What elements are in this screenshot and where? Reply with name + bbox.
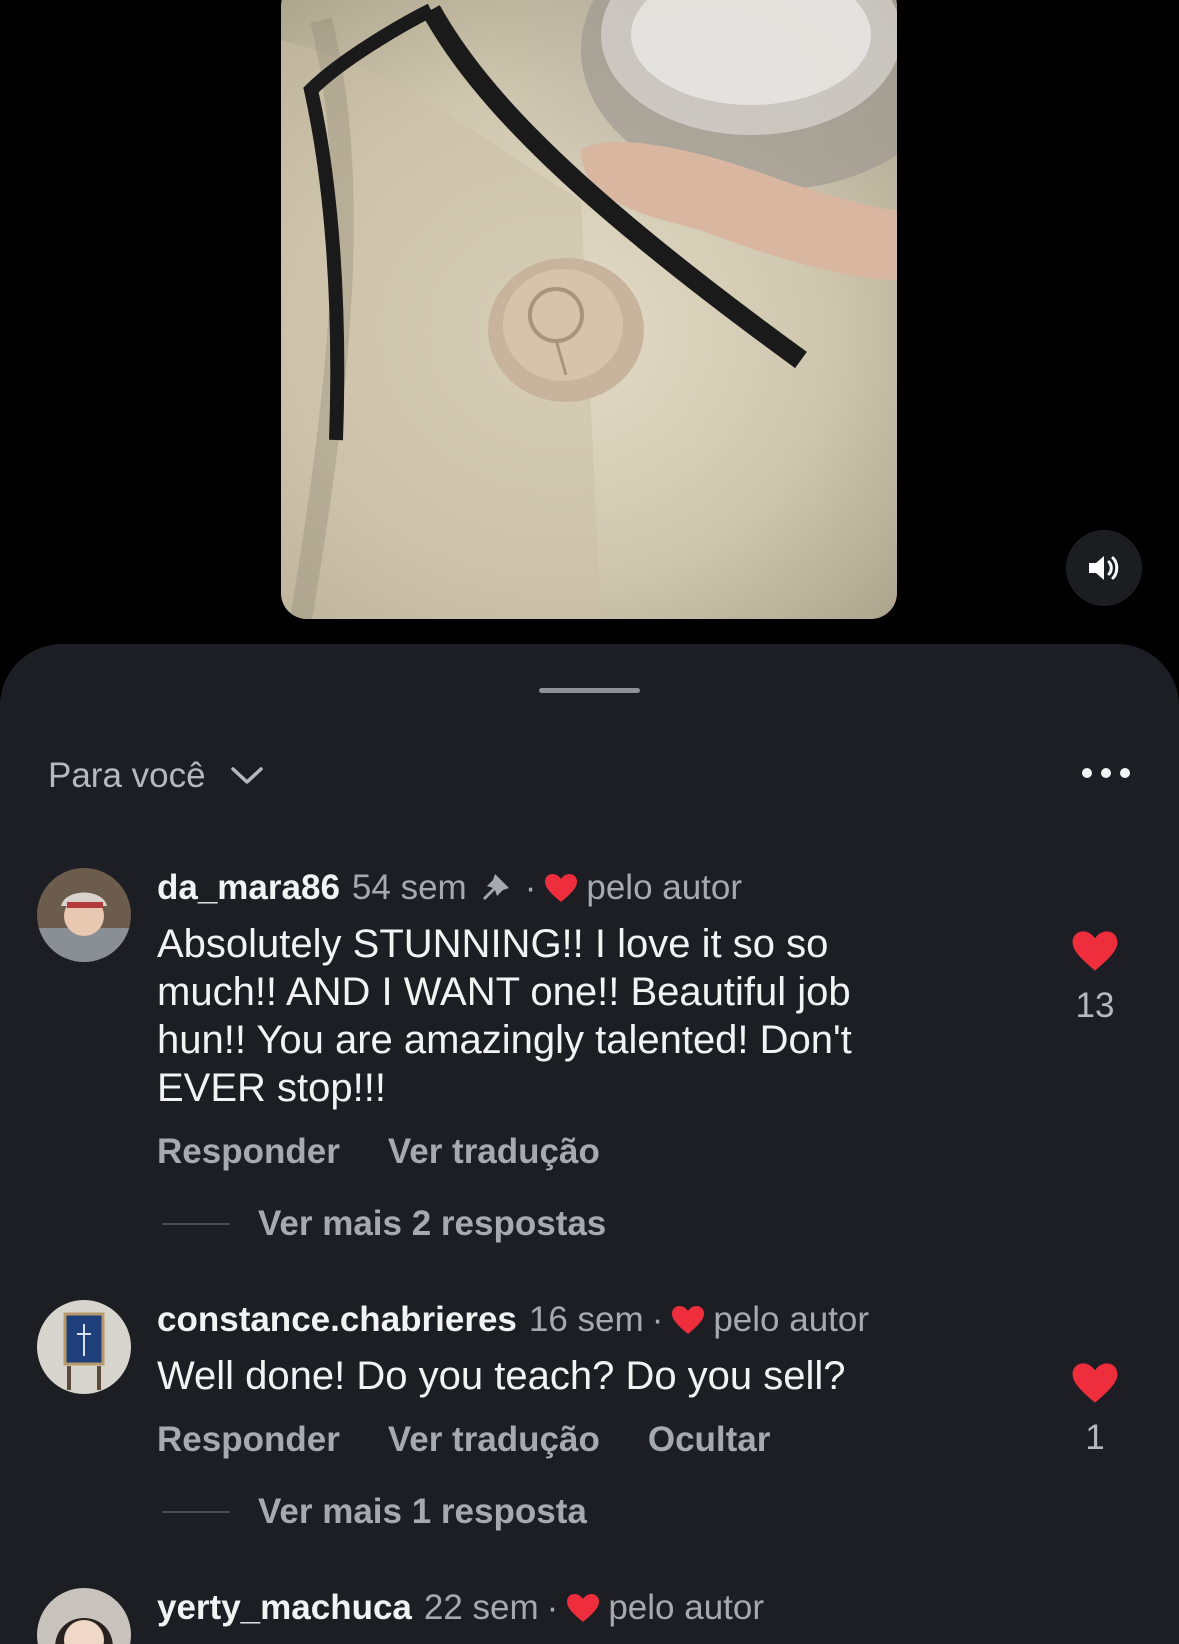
heart-icon [1072, 931, 1118, 971]
translate-button[interactable]: Ver tradução [388, 1132, 600, 1172]
comments-sheet: Para você da_mara86 54 sem · pelo autor … [0, 644, 1179, 1644]
view-more-replies-label: Ver mais 1 resposta [258, 1492, 587, 1531]
translate-button[interactable]: Ver tradução [388, 1420, 600, 1460]
view-more-replies-label: Ver mais 2 respostas [258, 1204, 607, 1243]
comment-time: 22 sem [423, 1588, 539, 1627]
heart-icon [1072, 1363, 1118, 1403]
comment-sort-dropdown[interactable]: Para você [48, 756, 264, 796]
liked-by-author-label: pelo autor [713, 1300, 870, 1339]
comment-text: Absolutely STUNNING!! I love it so so mu… [157, 922, 852, 1110]
separator-dot: · [524, 868, 537, 907]
comment-username[interactable]: constance.chabrieres [157, 1300, 517, 1340]
separator-dot: · [546, 1588, 559, 1627]
hide-button[interactable]: Ocultar [648, 1420, 771, 1460]
replies-divider [162, 1223, 230, 1225]
more-dot-icon [1120, 768, 1130, 778]
speaker-icon [1089, 556, 1119, 580]
liked-by-author-label: pelo autor [608, 1588, 764, 1627]
sound-toggle-button[interactable] [1066, 530, 1142, 606]
view-more-replies-button[interactable]: Ver mais 2 respostas [157, 1204, 957, 1244]
more-dot-icon [1082, 768, 1092, 778]
pin-icon [482, 874, 509, 900]
chevron-down-icon [230, 767, 263, 784]
comment-username[interactable]: yerty_machuca [157, 1588, 412, 1628]
more-options-button[interactable] [1082, 768, 1130, 778]
comment-time: 54 sem [351, 868, 467, 907]
like-count: 13 [1075, 986, 1115, 1025]
sheet-grabber[interactable] [539, 688, 640, 693]
replies-divider [162, 1511, 230, 1513]
heart-icon [545, 874, 578, 902]
liked-by-author-label: pelo autor [586, 868, 743, 907]
like-count: 1 [1085, 1418, 1105, 1457]
like-button[interactable]: 1 [1066, 1362, 1124, 1458]
avatar[interactable] [37, 868, 131, 962]
heart-icon [567, 1594, 600, 1622]
more-dot-icon [1101, 768, 1111, 778]
view-more-replies-button[interactable]: Ver mais 1 resposta [157, 1492, 957, 1532]
avatar[interactable] [37, 1588, 131, 1644]
comment-username[interactable]: da_mara86 [157, 868, 340, 908]
avatar[interactable] [37, 1300, 131, 1394]
sort-label: Para você [48, 756, 206, 795]
heart-icon [672, 1306, 705, 1334]
separator-dot: · [651, 1300, 664, 1339]
comment-time: 16 sem [528, 1300, 644, 1339]
like-button[interactable]: 13 [1066, 930, 1124, 1026]
video-player[interactable] [281, 0, 897, 619]
comment-text: Well done! Do you teach? Do you sell? [157, 1354, 846, 1398]
reply-button[interactable]: Responder [157, 1132, 340, 1172]
video-frame-image [281, 0, 897, 619]
reply-button[interactable]: Responder [157, 1420, 340, 1460]
